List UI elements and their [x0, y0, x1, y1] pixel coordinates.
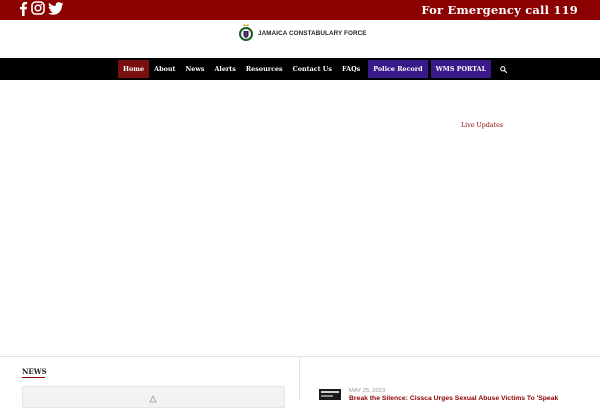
thumbnail-text-line	[321, 391, 339, 393]
nav-resources[interactable]: Resources	[241, 60, 288, 78]
top-bar: For Emergency call 119	[0, 0, 600, 20]
main-navigation: Home About News Alerts Resources Contact…	[0, 58, 600, 80]
emergency-notice: For Emergency call 119	[421, 3, 578, 17]
search-icon	[500, 65, 508, 73]
nav-about[interactable]: About	[149, 60, 180, 78]
social-links	[18, 0, 64, 16]
site-logo[interactable]: JAMAICA CONSTABULARY FORCE	[238, 23, 367, 43]
news-heading: NEWS	[22, 367, 47, 376]
column-separator	[299, 357, 300, 400]
nav-news[interactable]: News	[180, 60, 209, 78]
nav-police-record[interactable]: Police Record	[368, 60, 428, 78]
news-thumbnail[interactable]	[319, 389, 341, 400]
image-placeholder-icon	[149, 395, 157, 403]
post-title-link[interactable]: Break the Silence: Cissca Urges Sexual A…	[349, 395, 589, 402]
thumbnail-text-line	[321, 395, 333, 397]
crest-icon	[239, 24, 253, 41]
section-divider	[0, 356, 600, 357]
brand-name: JAMAICA CONSTABULARY FORCE	[258, 29, 367, 37]
live-updates-link[interactable]: Live Updates	[461, 122, 503, 129]
featured-news-image[interactable]	[22, 386, 285, 408]
nav-search[interactable]	[495, 60, 512, 78]
twitter-icon[interactable]	[48, 1, 64, 15]
news-heading-underline	[22, 377, 45, 378]
facebook-icon[interactable]	[18, 1, 28, 16]
instagram-icon[interactable]	[31, 1, 45, 15]
nav-wms-portal[interactable]: WMS PORTAL	[430, 60, 492, 78]
post-date: MAY 25, 2023	[349, 388, 386, 394]
nav-home[interactable]: Home	[118, 60, 150, 78]
nav-contact-us[interactable]: Contact Us	[288, 60, 337, 78]
nav-alerts[interactable]: Alerts	[209, 60, 240, 78]
nav-faqs[interactable]: FAQs	[337, 60, 365, 78]
